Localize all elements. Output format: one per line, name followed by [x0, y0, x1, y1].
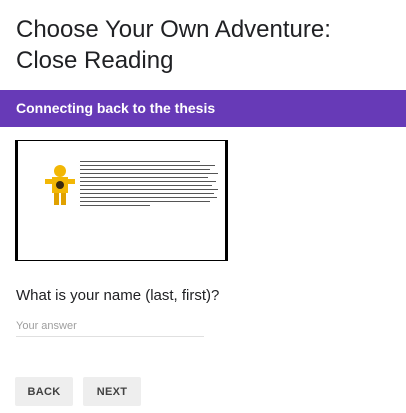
next-button[interactable]: NEXT: [83, 377, 141, 406]
document-text-block: [80, 161, 220, 209]
figure-illustration-icon: [45, 165, 75, 205]
question-label: What is your name (last, first)?: [16, 287, 220, 304]
name-answer-input[interactable]: [16, 316, 204, 337]
form-title: Choose Your Own Adventure: Close Reading: [16, 16, 331, 74]
section-header: Connecting back to the thesis: [0, 90, 406, 127]
back-button[interactable]: BACK: [15, 377, 73, 406]
document-image: [15, 140, 228, 261]
